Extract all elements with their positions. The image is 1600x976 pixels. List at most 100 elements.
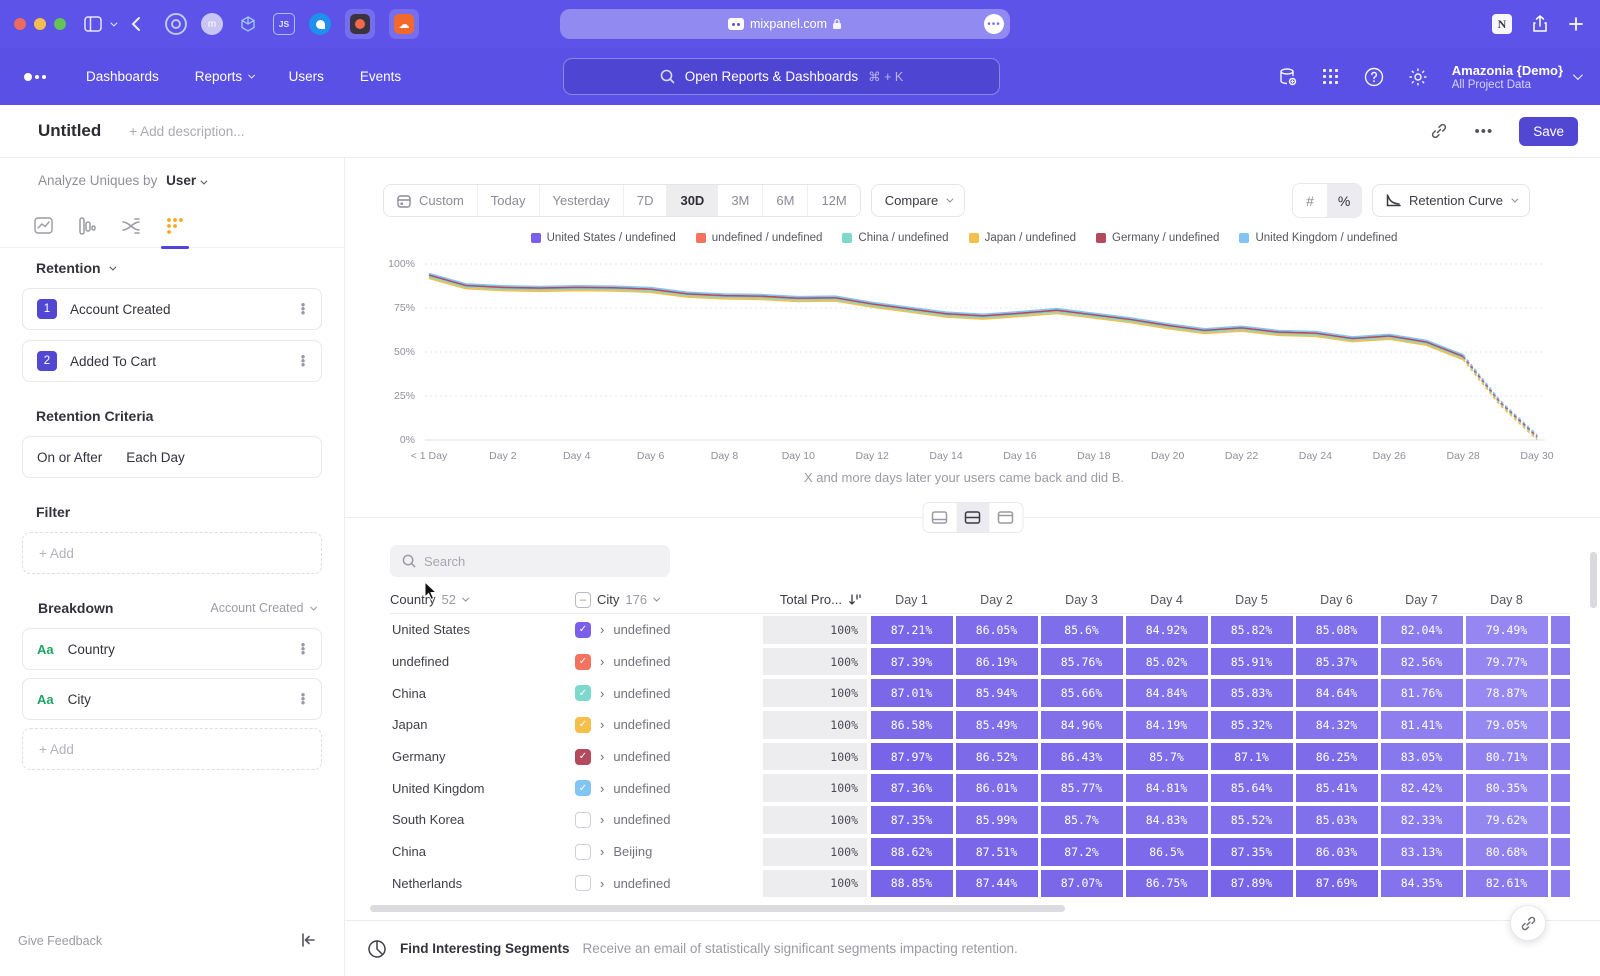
tab-funnels[interactable] xyxy=(70,204,104,248)
mixpanel-logo[interactable] xyxy=(24,73,46,81)
date-range-custom[interactable]: Custom xyxy=(384,185,478,216)
vertical-scrollbar[interactable] xyxy=(1590,552,1597,608)
retention-cell[interactable]: 85.94% xyxy=(956,679,1038,707)
retention-cell[interactable]: 83.05% xyxy=(1381,743,1463,771)
data-management-icon[interactable] xyxy=(1278,67,1298,87)
retention-cell[interactable]: 86.43% xyxy=(1041,743,1123,771)
retention-cell[interactable]: 87.44% xyxy=(956,870,1038,898)
view-toggle-bottom[interactable] xyxy=(923,503,956,532)
row-checkbox-checked[interactable]: ✓ xyxy=(575,717,591,733)
more-options-button[interactable]: ••• xyxy=(1474,123,1493,140)
retention-cell[interactable]: 87.2% xyxy=(1041,838,1123,866)
retention-criteria-card[interactable]: On or After Each Day xyxy=(22,436,322,478)
view-toggle-split[interactable] xyxy=(956,503,989,532)
date-range-today[interactable]: Today xyxy=(478,185,540,216)
retention-cell[interactable]: 87.01% xyxy=(871,679,953,707)
date-range-3m[interactable]: 3M xyxy=(718,185,763,216)
retention-cell[interactable]: 82.33% xyxy=(1381,806,1463,834)
table-row[interactable]: China✓›undefined100%87.01%85.94%85.66%84… xyxy=(390,677,1570,709)
retention-cell[interactable]: 87.89% xyxy=(1211,870,1293,898)
retention-cell[interactable]: 85.03% xyxy=(1296,806,1378,834)
table-row[interactable]: Japan✓›undefined100%86.58%85.49%84.96%84… xyxy=(390,709,1570,741)
back-button[interactable] xyxy=(131,16,141,32)
retention-cell[interactable]: 85.77% xyxy=(1041,774,1123,802)
retention-cell[interactable]: 81.76% xyxy=(1381,679,1463,707)
legend-item[interactable]: China / undefined xyxy=(842,232,948,244)
share-link-floating-button[interactable] xyxy=(1510,905,1546,941)
row-checkbox-checked[interactable]: ✓ xyxy=(575,622,591,638)
retention-cell[interactable]: 86.19% xyxy=(956,648,1038,676)
date-range-yesterday[interactable]: Yesterday xyxy=(540,185,624,216)
retention-cell[interactable]: 85.76% xyxy=(1041,648,1123,676)
table-row[interactable]: Netherlands›undefined100%88.85%87.44%87.… xyxy=(390,868,1570,900)
day-column-header[interactable]: Day 8 xyxy=(1464,593,1549,607)
retention-cell[interactable]: 86.03% xyxy=(1296,838,1378,866)
kebab-menu-icon[interactable]: ••• xyxy=(297,303,309,315)
criteria-condition[interactable]: On or After xyxy=(37,450,102,465)
save-button[interactable]: Save xyxy=(1519,117,1578,146)
settings-gear-icon[interactable] xyxy=(1408,67,1428,87)
retention-cell[interactable]: 79.77% xyxy=(1466,648,1548,676)
table-row[interactable]: Germany✓›undefined100%87.97%86.52%86.43%… xyxy=(390,741,1570,773)
retention-cell[interactable]: 80.68% xyxy=(1466,838,1548,866)
expand-row-icon[interactable]: › xyxy=(600,812,604,827)
report-title[interactable]: Untitled xyxy=(38,121,101,141)
m-extension-icon[interactable]: m xyxy=(201,13,223,35)
retention-step-1[interactable]: 1Account Created••• xyxy=(22,288,322,330)
retention-cell[interactable]: 84.19% xyxy=(1126,711,1208,739)
retention-cell[interactable]: 84.81% xyxy=(1126,774,1208,802)
chevron-down-icon[interactable] xyxy=(110,22,115,27)
retention-cell[interactable]: 84.83% xyxy=(1126,806,1208,834)
retention-cell[interactable]: 87.35% xyxy=(871,806,953,834)
retention-cell[interactable]: 82.56% xyxy=(1381,648,1463,676)
collapse-sidebar-icon[interactable] xyxy=(301,933,316,950)
kebab-menu-icon[interactable]: ••• xyxy=(297,355,309,367)
close-window-button[interactable] xyxy=(14,18,26,30)
row-checkbox-checked[interactable]: ✓ xyxy=(575,654,591,670)
retention-cell[interactable]: 87.07% xyxy=(1041,870,1123,898)
kebab-menu-icon[interactable]: ••• xyxy=(297,643,309,655)
project-switcher[interactable]: Amazonia {Demo} All Project Data xyxy=(1452,63,1580,91)
date-range-12m[interactable]: 12M xyxy=(808,185,859,216)
retention-cell[interactable]: 82.42% xyxy=(1381,774,1463,802)
retention-cell[interactable]: 85.91% xyxy=(1211,648,1293,676)
add-breakdown-button[interactable]: + Add xyxy=(22,728,322,770)
row-checkbox-checked[interactable]: ✓ xyxy=(575,749,591,765)
retention-cell[interactable]: 86.58% xyxy=(871,711,953,739)
horizontal-scrollbar[interactable] xyxy=(370,905,1065,912)
retention-step-2[interactable]: 2Added To Cart••• xyxy=(22,340,322,382)
tab-retention-active[interactable] xyxy=(158,204,192,248)
retention-cell[interactable]: 87.97% xyxy=(871,743,953,771)
global-search-button[interactable]: Open Reports & Dashboards ⌘ + K xyxy=(563,58,1000,95)
retention-cell[interactable]: 86.52% xyxy=(956,743,1038,771)
retention-cell[interactable]: 82.61% xyxy=(1466,870,1548,898)
retention-cell[interactable]: 84.35% xyxy=(1381,870,1463,898)
retention-cell[interactable]: 85.82% xyxy=(1211,616,1293,644)
minimize-window-button[interactable] xyxy=(34,18,46,30)
zoom-window-button[interactable] xyxy=(54,18,66,30)
retention-cell[interactable]: 85.08% xyxy=(1296,616,1378,644)
day-column-header[interactable]: Day 4 xyxy=(1124,593,1209,607)
retention-cell[interactable]: 80.71% xyxy=(1466,743,1548,771)
pocket-extension-icon[interactable] xyxy=(345,9,375,39)
day-column-header[interactable]: Day 5 xyxy=(1209,593,1294,607)
retention-cell[interactable]: 81.41% xyxy=(1381,711,1463,739)
retention-section-header[interactable]: Retention xyxy=(36,260,114,276)
count-toggle[interactable]: # xyxy=(1293,184,1327,217)
retention-cell[interactable]: 80.35% xyxy=(1466,774,1548,802)
retention-cell[interactable]: 84.84% xyxy=(1126,679,1208,707)
legend-item[interactable]: United States / undefined xyxy=(531,232,676,244)
retention-cell[interactable]: 86.25% xyxy=(1296,743,1378,771)
expand-row-icon[interactable]: › xyxy=(600,654,604,669)
retention-cell[interactable]: 86.75% xyxy=(1126,870,1208,898)
copy-link-icon[interactable] xyxy=(1430,122,1448,140)
retention-cell[interactable]: 79.62% xyxy=(1466,806,1548,834)
retention-cell[interactable]: 87.35% xyxy=(1211,838,1293,866)
percent-toggle[interactable]: % xyxy=(1327,184,1361,217)
retention-cell[interactable]: 85.49% xyxy=(956,711,1038,739)
retention-cell[interactable]: 88.85% xyxy=(871,870,953,898)
legend-item[interactable]: Japan / undefined xyxy=(969,232,1076,244)
row-checkbox-checked[interactable]: ✓ xyxy=(575,780,591,796)
cube-extension-icon[interactable] xyxy=(237,13,259,35)
city-column-header[interactable]: – City 176 xyxy=(565,592,761,608)
